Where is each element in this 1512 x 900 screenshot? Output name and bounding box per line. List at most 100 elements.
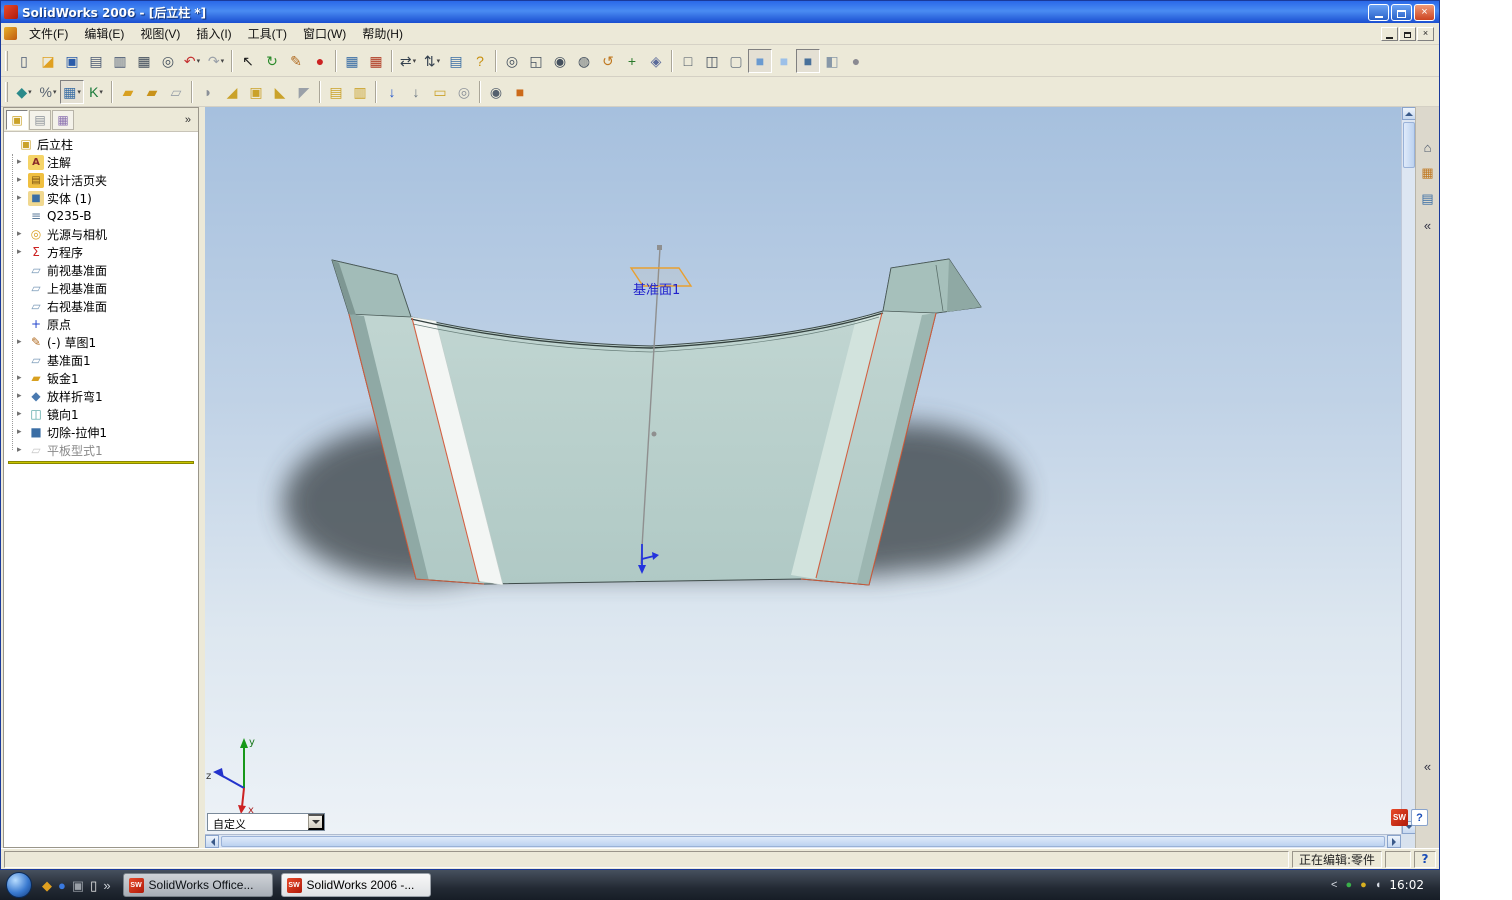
forming-tool-button[interactable]: ■ (508, 80, 532, 104)
tree-expander[interactable]: ▸ (17, 391, 28, 401)
tree-expander[interactable]: ▸ (17, 373, 28, 383)
tree-item-15[interactable]: ▸◫镜向1 (4, 405, 198, 423)
menu-tools[interactable]: 工具(T) (240, 22, 295, 45)
tree-expander[interactable]: ▸ (17, 445, 28, 455)
design-table-button[interactable]: ▦ (340, 49, 364, 73)
minimize-button[interactable] (1368, 4, 1389, 21)
tray-icon-1[interactable]: ● (1345, 880, 1352, 891)
panel-collapse-button[interactable]: » (180, 114, 196, 126)
menu-help[interactable]: 帮助(H) (354, 22, 411, 45)
sheet-metal-toolbar-grip[interactable] (5, 82, 8, 102)
sketch-flyout-button[interactable]: ◆▾ (12, 80, 36, 104)
plane-label[interactable]: 基准面1 (633, 279, 680, 298)
flatten-button[interactable]: ▭ (428, 80, 452, 104)
menu-view[interactable]: 视图(V) (132, 22, 188, 45)
mdi-close-button[interactable]: × (1417, 27, 1434, 41)
tree-expander[interactable]: ▸ (17, 175, 28, 185)
zoom-to-area-button[interactable]: ◱ (524, 49, 548, 73)
viewport-scene[interactable]: y z x 基准面1 自定义 (205, 107, 1401, 834)
quick-tips-help-icon[interactable]: ? (1411, 809, 1428, 826)
scroll-left-button[interactable] (205, 835, 219, 848)
hidden-lines-visible-button[interactable]: ◫ (700, 49, 724, 73)
curve-flyout-button[interactable]: K▾ (84, 80, 108, 104)
quick-launch-overflow-icon[interactable]: » (103, 879, 110, 892)
taskbar-button-0[interactable]: SWSolidWorks Office... (123, 873, 273, 897)
apply-scene-button[interactable]: ● (844, 49, 868, 73)
tree-expander[interactable]: ▸ (17, 229, 28, 239)
scroll-track[interactable] (1402, 168, 1415, 821)
restore-button[interactable] (1391, 4, 1412, 21)
rotate-view-button[interactable]: ↺ (596, 49, 620, 73)
record-macro-button[interactable]: ● (308, 49, 332, 73)
fold-button[interactable]: ▥ (348, 80, 372, 104)
tree-item-8[interactable]: ▱上视基准面 (4, 279, 198, 297)
taskbar-button-1[interactable]: SWSolidWorks 2006 -... (281, 873, 431, 897)
tree-item-3[interactable]: ▸■实体 (1) (4, 189, 198, 207)
mdi-minimize-button[interactable] (1381, 27, 1398, 41)
3d-drawing-view-button[interactable]: ◈ (644, 49, 668, 73)
section-view-button[interactable]: ◧ (820, 49, 844, 73)
base-flange-button[interactable]: ▰ (116, 80, 140, 104)
start-button[interactable] (6, 872, 32, 898)
quick-launch-2-icon[interactable]: ● (58, 879, 66, 892)
view-orientation-combo[interactable]: 自定义 (207, 813, 325, 831)
hidden-icons-chevron[interactable]: < (1331, 880, 1337, 891)
edge-flange-button[interactable]: ▰ (140, 80, 164, 104)
closed-corner-button[interactable]: ▣ (244, 80, 268, 104)
rip-button[interactable]: ◎ (452, 80, 476, 104)
break-corner-button[interactable]: ◤ (292, 80, 316, 104)
tree-item-12[interactable]: ▱基准面1 (4, 351, 198, 369)
tree-expander[interactable]: ▸ (17, 337, 28, 347)
zoom-to-selection-button[interactable]: ◍ (572, 49, 596, 73)
featuremanager-tab[interactable]: ▣ (6, 110, 28, 130)
make-assembly-button[interactable]: ▥ (108, 49, 132, 73)
menu-file[interactable]: 文件(F) (21, 22, 76, 45)
rebuild-button[interactable]: ↻ (260, 49, 284, 73)
shaded-button[interactable]: ■ (772, 49, 796, 73)
tree-item-5[interactable]: ▸◎光源与相机 (4, 225, 198, 243)
tree-item-13[interactable]: ▸▰钣金1 (4, 369, 198, 387)
configurationmanager-tab[interactable]: ▦ (52, 110, 74, 130)
tree-item-2[interactable]: ▸▤设计活页夹 (4, 171, 198, 189)
dropdown-arrow-icon[interactable]: ▾ (99, 88, 103, 96)
make-drawing-button[interactable]: ▤ (84, 49, 108, 73)
view-combo-dropdown-button[interactable] (308, 814, 324, 830)
hem-button[interactable]: ◗ (196, 80, 220, 104)
dropdown-arrow-icon[interactable]: ▾ (221, 57, 225, 65)
graphics-viewport[interactable]: y z x 基准面1 自定义 (205, 107, 1401, 848)
quick-launch-1-icon[interactable]: ◆ (42, 879, 52, 892)
volume-icon[interactable]: ◖ (1375, 880, 1382, 891)
print-preview-button[interactable]: ◎ (156, 49, 180, 73)
hidden-lines-removed-button[interactable]: ▢ (724, 49, 748, 73)
dropdown-arrow-icon[interactable]: ▾ (53, 88, 57, 96)
jog-button[interactable]: ◣ (268, 80, 292, 104)
tree-item-4[interactable]: ≡Q235-B (4, 207, 198, 225)
dropdown-arrow-icon[interactable]: ▾ (437, 57, 441, 65)
dimension-tools-button[interactable]: ⇄▾ (396, 49, 420, 73)
tree-expander[interactable]: ▸ (17, 157, 28, 167)
quick-launch-3-icon[interactable]: ▣ (72, 879, 84, 892)
zoom-to-fit-button[interactable]: ◎ (500, 49, 524, 73)
dropdown-arrow-icon[interactable]: ▾ (77, 88, 81, 96)
pan-button[interactable]: + (620, 49, 644, 73)
menu-insert[interactable]: 插入(I) (188, 22, 239, 45)
save-button[interactable]: ▣ (60, 49, 84, 73)
select-button[interactable]: ↖ (236, 49, 260, 73)
open-document-button[interactable]: ◪ (36, 49, 60, 73)
close-button[interactable]: × (1414, 4, 1435, 21)
vertical-scroll-thumb[interactable] (1403, 122, 1415, 168)
mdi-restore-button[interactable] (1399, 27, 1416, 41)
dropdown-arrow-icon[interactable]: ▾ (197, 57, 201, 65)
clock[interactable]: 16:02 (1389, 878, 1424, 892)
collapse-button[interactable]: « (1418, 215, 1438, 235)
edit-color-button[interactable]: ✎ (284, 49, 308, 73)
vertical-scrollbar[interactable] (1401, 107, 1415, 834)
tree-expander[interactable]: ▸ (17, 193, 28, 203)
tree-item-17[interactable]: ▸▱平板型式1 (4, 441, 198, 459)
right-flange-shade[interactable] (947, 259, 981, 312)
help-button[interactable]: ? (468, 49, 492, 73)
tree-item-10[interactable]: +原点 (4, 315, 198, 333)
status-help-button[interactable]: ? (1414, 851, 1436, 868)
tree-expander[interactable]: ▸ (17, 409, 28, 419)
unfold-button[interactable]: ▤ (324, 80, 348, 104)
